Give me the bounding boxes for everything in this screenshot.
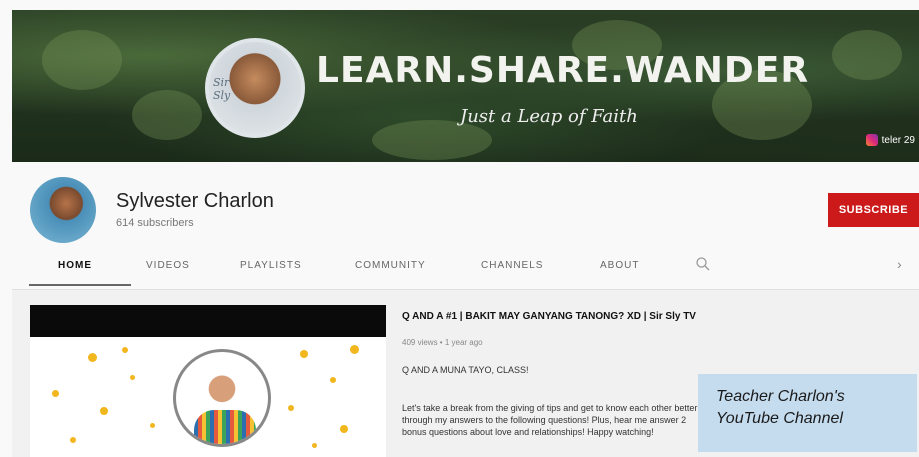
channel-banner: Sir Sly LEARN.SHARE.WANDER Just a Leap of… [12, 10, 919, 162]
tab-home[interactable]: HOME [58, 260, 92, 271]
tab-videos[interactable]: VIDEOS [146, 260, 190, 271]
instagram-handle: teler 29 [881, 134, 915, 146]
featured-video-desc-heading: Q AND A MUNA TAYO, CLASS! [402, 365, 529, 375]
tab-playlists[interactable]: PLAYLISTS [240, 260, 302, 271]
active-tab-indicator [29, 284, 131, 286]
caption-line-1: Teacher Charlon's [716, 388, 845, 405]
banner-instagram-link[interactable]: teler 29 [865, 134, 915, 146]
instagram-icon [865, 134, 878, 146]
caption-box: Teacher Charlon's YouTube Channel [698, 374, 917, 452]
featured-video-meta: 409 views • 1 year ago [402, 338, 483, 347]
banner-title: LEARN.SHARE.WANDER [316, 50, 810, 91]
search-icon[interactable] [695, 256, 711, 272]
chevron-right-icon[interactable]: › [897, 256, 911, 272]
banner-subtitle: Just a Leap of Faith [460, 106, 638, 127]
banner-avatar: Sir Sly [205, 38, 305, 138]
channel-avatar[interactable] [30, 177, 96, 243]
subscriber-count: 614 subscribers [116, 217, 194, 229]
thumbnail-portrait [173, 349, 271, 447]
featured-video-title[interactable]: Q AND A #1 | BAKIT MAY GANYANG TANONG? X… [402, 311, 696, 322]
featured-video-thumbnail[interactable] [30, 305, 386, 457]
subscribe-button[interactable]: SUBSCRIBE [828, 193, 919, 227]
tab-channels[interactable]: CHANNELS [481, 260, 543, 271]
tab-community[interactable]: COMMUNITY [355, 260, 426, 271]
channel-tabs: HOME VIDEOS PLAYLISTS COMMUNITY CHANNELS… [12, 248, 919, 286]
channel-name: Sylvester Charlon [116, 190, 274, 212]
caption-line-2: YouTube Channel [716, 410, 843, 427]
tab-about[interactable]: ABOUT [600, 260, 639, 271]
featured-video-description: Let's take a break from the giving of ti… [402, 403, 698, 437]
